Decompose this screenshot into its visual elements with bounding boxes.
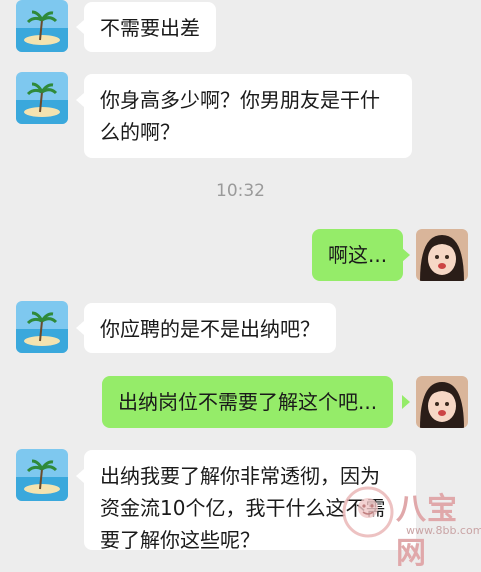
incoming-message[interactable]: 不需要出差 (84, 2, 216, 52)
user-avatar[interactable] (416, 376, 468, 428)
user-avatar[interactable] (416, 229, 468, 281)
message-text: 你应聘的是不是出纳吧？ (100, 317, 320, 341)
incoming-message[interactable]: 你应聘的是不是出纳吧？ (84, 303, 336, 353)
outgoing-message[interactable]: 出纳岗位不需要了解这个吧... (102, 376, 394, 428)
site-watermark: 八宝网 www.8bb.com (340, 484, 481, 571)
contact-avatar[interactable] (16, 0, 68, 52)
contact-avatar[interactable] (16, 301, 68, 353)
outgoing-message[interactable]: 啊这... (312, 229, 404, 281)
bubble-tail (76, 321, 84, 335)
incoming-message[interactable]: 你身高多少啊？你男朋友是干什 么的啊？ (84, 74, 412, 158)
timestamp: 10:32 (216, 181, 265, 201)
message-text: 不需要出差 (100, 16, 200, 40)
watermark-url: www.8bb.com (406, 524, 481, 537)
message-text: 出纳岗位不需要了解这个吧... (118, 390, 378, 414)
bubble-tail (76, 469, 84, 483)
watermark-logo-icon (342, 486, 394, 538)
contact-avatar[interactable] (16, 449, 68, 501)
message-line: 你身高多少啊？你男朋友是干什 (100, 88, 380, 112)
bubble-tail (76, 93, 84, 107)
message-line: 么的啊？ (100, 120, 180, 144)
bubble-tail (402, 395, 410, 409)
bubble-tail (76, 20, 84, 34)
message-text: 啊这... (328, 243, 388, 267)
bubble-tail (402, 248, 410, 262)
contact-avatar[interactable] (16, 72, 68, 124)
